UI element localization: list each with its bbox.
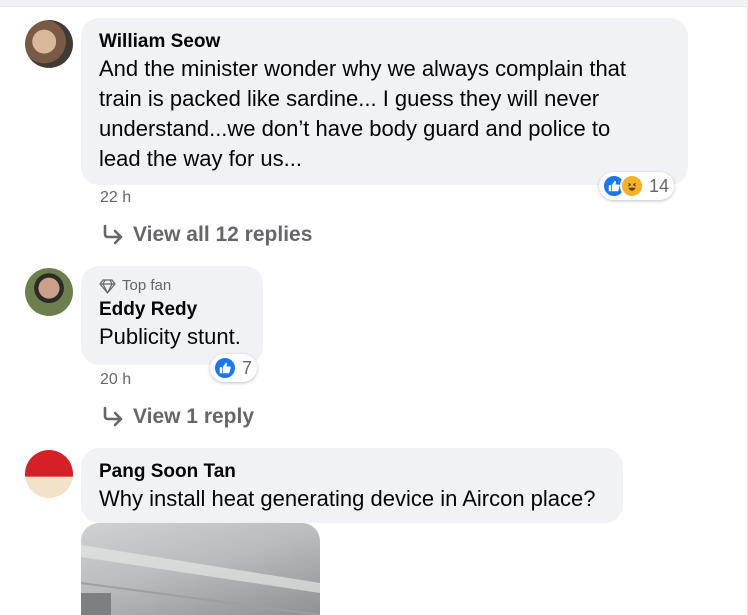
comment-author[interactable]: Pang Soon Tan (99, 460, 607, 484)
reply-arrow-icon (103, 224, 123, 245)
avatar[interactable] (25, 20, 73, 68)
reply-arrow-icon (103, 406, 123, 427)
reaction-summary[interactable]: 14 (599, 172, 675, 200)
avatar[interactable] (25, 268, 73, 316)
comment-timestamp[interactable]: 20 h (100, 371, 131, 389)
ceiling-photo (81, 545, 320, 615)
comment-text: Publicity stunt. (99, 324, 241, 349)
top-divider (0, 0, 748, 7)
comment-photo[interactable] (81, 523, 320, 615)
comment-bubble: Pang Soon Tan Why install heat generatin… (81, 448, 623, 523)
view-replies-button[interactable]: View 1 reply (101, 405, 254, 429)
diamond-icon (99, 278, 116, 294)
avatar[interactable] (25, 450, 73, 498)
comment-bubble: Top fan Eddy Redy Publicity stunt. (81, 266, 263, 365)
comment-text-line: And the minister wonder why we always co… (99, 56, 627, 81)
comment-text-line: understand...we don’t have body guard an… (99, 116, 611, 141)
top-fan-badge: Top fan (99, 276, 247, 296)
comment-text: Why install heat generating device in Ai… (99, 486, 596, 511)
comment-author[interactable]: Eddy Redy (99, 298, 247, 322)
comment-timestamp[interactable]: 22 h (100, 189, 131, 207)
reaction-summary[interactable]: 7 (210, 354, 258, 382)
comment-author[interactable]: William Seow (99, 30, 672, 54)
top-fan-label: Top fan (122, 277, 172, 294)
comment-text-line: lead the way for us... (99, 146, 302, 171)
view-replies-label: View 1 reply (133, 405, 255, 428)
view-replies-label: View all 12 replies (133, 223, 313, 246)
reaction-count: 14 (649, 175, 670, 196)
haha-icon (620, 174, 644, 198)
like-icon (213, 356, 237, 380)
reaction-count: 7 (242, 357, 253, 378)
comment-text-line: train is packed like sardine... I guess … (99, 86, 600, 111)
view-replies-button[interactable]: View all 12 replies (101, 223, 312, 247)
comment-bubble: William Seow And the minister wonder why… (81, 18, 688, 185)
